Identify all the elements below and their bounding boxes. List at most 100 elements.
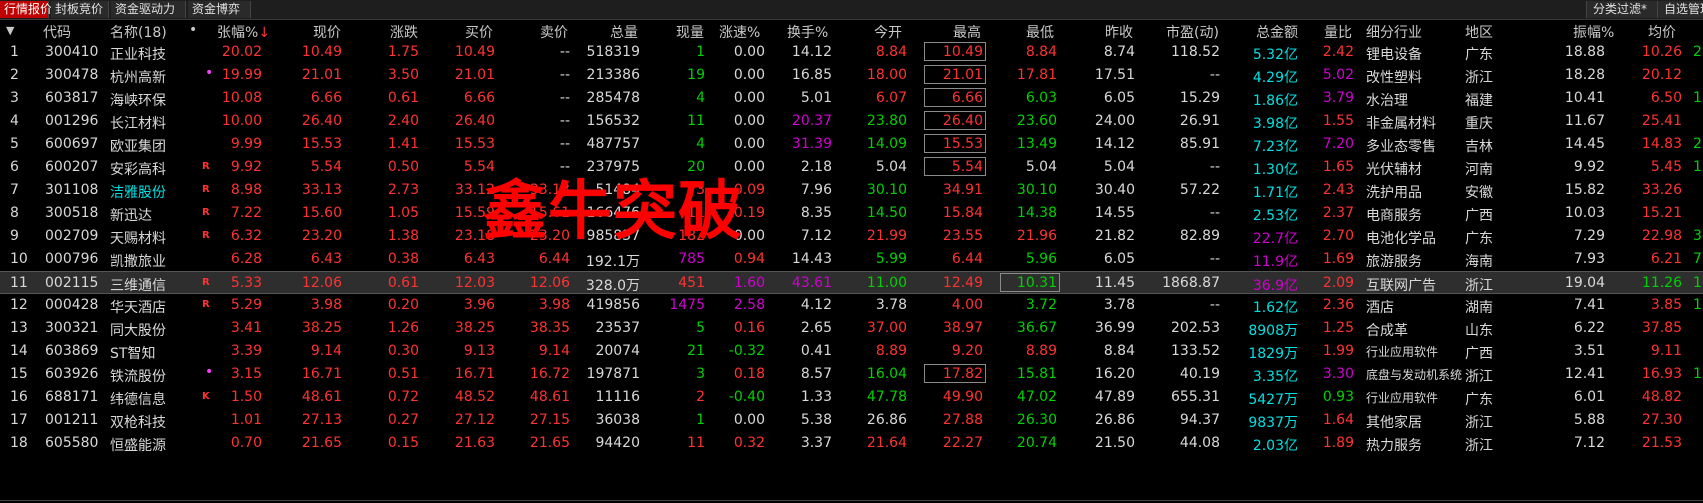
- current-price: 21.65: [301, 435, 342, 451]
- high-price: 6.44: [951, 251, 983, 267]
- row-number: 14: [10, 343, 28, 359]
- header-speed[interactable]: 涨速%: [719, 22, 760, 42]
- header-pe[interactable]: 市盈(动): [1166, 22, 1219, 42]
- header-code[interactable]: 代码: [43, 22, 71, 42]
- change-pct: 5.29: [230, 297, 262, 313]
- header-open[interactable]: 今开: [874, 22, 902, 42]
- table-row[interactable]: 17 001211 双枪科技 1.01 27.13 0.27 27.12 27.15 36038…: [0, 409, 1703, 432]
- volume-ratio: 3.30: [1322, 366, 1354, 382]
- header-price[interactable]: 现价: [313, 22, 341, 42]
- avg-price: 3.85: [1650, 297, 1682, 313]
- header-amplitude[interactable]: 振幅%: [1573, 22, 1614, 42]
- limit-up-highlight-box: [924, 157, 986, 176]
- table-row[interactable]: 18 605580 恒盛能源 0.70 21.65 0.15 21.63 21.65 94420…: [0, 432, 1703, 455]
- overflow-column: 2: [1693, 136, 1702, 152]
- region: 安徽: [1465, 185, 1493, 201]
- region: 浙江: [1465, 438, 1493, 454]
- table-row[interactable]: 9 002709 天赐材料 R 6.32 23.20 1.38 23.18 23.20 98583…: [0, 225, 1703, 248]
- current-price: 12.06: [301, 275, 342, 291]
- table-row[interactable]: 6 600207 安彩高科 R 9.92 5.54 0.50 5.54 -- 237975 20 0.…: [0, 156, 1703, 179]
- bid-price: 48.52: [454, 389, 495, 405]
- header-volume-ratio[interactable]: 量比: [1324, 22, 1352, 42]
- row-number: 7: [10, 182, 19, 198]
- ask-price: 3.98: [538, 297, 570, 313]
- open-price: 47.78: [866, 389, 907, 405]
- header-volume[interactable]: 总量: [610, 22, 638, 42]
- table-row[interactable]: 11 002115 三维通信 R 5.33 12.06 0.61 12.03 12.06 328.…: [0, 271, 1703, 294]
- table-row[interactable]: 7 301108 洁雅股份 R 8.98 33.13 2.73 33.12 33.13 51484…: [0, 179, 1703, 202]
- industry: 电商服务: [1366, 208, 1422, 224]
- header-prev-close[interactable]: 昨收: [1105, 22, 1133, 42]
- filter-button[interactable]: 分类过滤*: [1586, 1, 1657, 18]
- change-amount: 0.72: [387, 389, 419, 405]
- table-row[interactable]: 12 000428 华天酒店 R 5.29 3.98 0.20 3.96 3.98 419856 1…: [0, 294, 1703, 317]
- tab-capital-drive[interactable]: 资金驱动力: [111, 1, 186, 18]
- region: 吉林: [1465, 139, 1493, 155]
- region: 浙江: [1465, 369, 1493, 385]
- header-turnover[interactable]: 换手%: [787, 22, 828, 42]
- pe-ratio: 1868.87: [1162, 275, 1220, 291]
- table-row[interactable]: 8 300518 新迅达 R 7.22 15.60 1.05 15.59 15.61 166476…: [0, 202, 1703, 225]
- stock-code: 001211: [45, 412, 99, 428]
- overflow-column: 1: [1693, 159, 1702, 175]
- header-bid[interactable]: 买价: [465, 22, 493, 42]
- header-change[interactable]: 涨跌: [390, 22, 418, 42]
- watchlist-manage-button[interactable]: 自选管理: [1657, 1, 1703, 18]
- volume-ratio: 2.70: [1322, 228, 1354, 244]
- change-pct: 3.41: [230, 320, 262, 336]
- high-price: 27.88: [942, 412, 983, 428]
- tab-limit-bid[interactable]: 封板竞价: [51, 1, 109, 18]
- volume-ratio: 1.64: [1322, 412, 1354, 428]
- table-row[interactable]: 4 001296 长江材料 10.00 26.40 2.40 26.40 -- 156532 11…: [0, 110, 1703, 133]
- row-number: 9: [10, 228, 19, 244]
- header-region[interactable]: 地区: [1465, 22, 1493, 42]
- industry: 水治理: [1366, 93, 1408, 109]
- amplitude: 11.67: [1564, 113, 1605, 129]
- header-name[interactable]: 名称(18): [110, 22, 167, 42]
- turnover-rate: 4.12: [800, 297, 832, 313]
- header-high[interactable]: 最高: [953, 22, 981, 42]
- table-row[interactable]: 5 600697 欧亚集团 9.99 15.53 1.41 15.53 -- 487757 4 0.…: [0, 133, 1703, 156]
- header-industry[interactable]: 细分行业: [1366, 22, 1422, 42]
- table-row[interactable]: 10 000796 凯撒旅业 6.28 6.43 0.38 6.43 6.44 192.1万 78…: [0, 248, 1703, 271]
- industry: 行业应用软件: [1366, 345, 1439, 359]
- stock-code: 002115: [45, 275, 99, 291]
- stock-name: 凯撒旅业: [110, 254, 166, 270]
- table-row[interactable]: 1 300410 正业科技 20.02 10.49 1.75 10.49 -- 518319 1 0…: [0, 41, 1703, 64]
- industry: 合成革: [1366, 323, 1408, 339]
- rise-speed: 0.00: [733, 412, 765, 428]
- stock-name: 杭州高新: [110, 70, 166, 86]
- open-price: 14.50: [866, 205, 907, 221]
- turnover-amount: 2.03亿: [1252, 438, 1298, 454]
- header-amount[interactable]: 总金额: [1256, 22, 1298, 42]
- table-row[interactable]: 13 300321 同大股份 3.41 38.25 1.26 38.25 38.35 23537…: [0, 317, 1703, 340]
- header-low[interactable]: 最低: [1026, 22, 1054, 42]
- change-pct: 8.98: [230, 182, 262, 198]
- avg-price: 6.50: [1650, 90, 1682, 106]
- header-current-volume[interactable]: 现量: [676, 22, 704, 42]
- header-change-pct[interactable]: 张幅%↓: [217, 22, 270, 42]
- volume-ratio: 3.79: [1322, 90, 1354, 106]
- stock-code: 300478: [45, 67, 99, 83]
- prev-close: 5.04: [1103, 159, 1135, 175]
- table-row[interactable]: 3 603817 海峡环保 10.08 6.66 0.61 6.66 -- 285478 4 0.0…: [0, 87, 1703, 110]
- ask-price: 12.06: [529, 275, 570, 291]
- region: 山东: [1465, 323, 1493, 339]
- table-row[interactable]: 16 688171 纬德信息 K 1.50 48.61 0.72 48.52 48.61 1111…: [0, 386, 1703, 409]
- table-row[interactable]: 2 300478 杭州高新 • 19.99 21.01 3.50 21.01 -- 213386 1…: [0, 64, 1703, 87]
- current-price: 6.43: [310, 251, 342, 267]
- sort-dropdown-icon[interactable]: ▼: [6, 24, 14, 37]
- amplitude: 19.04: [1564, 275, 1605, 291]
- table-row[interactable]: 15 603926 铁流股份 • 3.15 16.71 0.51 16.71 16.72 1978…: [0, 363, 1703, 386]
- stock-name: 洁雅股份: [110, 185, 166, 201]
- turnover-amount: 7.23亿: [1252, 139, 1298, 155]
- amplitude: 7.93: [1573, 251, 1605, 267]
- header-ask[interactable]: 卖价: [540, 22, 568, 42]
- tab-quotes[interactable]: 行情报价: [0, 1, 52, 18]
- prev-close: 14.55: [1094, 205, 1135, 221]
- table-row[interactable]: 14 603869 ST智知 3.39 9.14 0.30 9.13 9.14 20074 21 -…: [0, 340, 1703, 363]
- industry: 洗护用品: [1366, 185, 1422, 201]
- turnover-amount: 1.86亿: [1252, 93, 1298, 109]
- header-avg-price[interactable]: 均价: [1648, 22, 1676, 42]
- tab-capital-game[interactable]: 资金博弈: [188, 1, 251, 18]
